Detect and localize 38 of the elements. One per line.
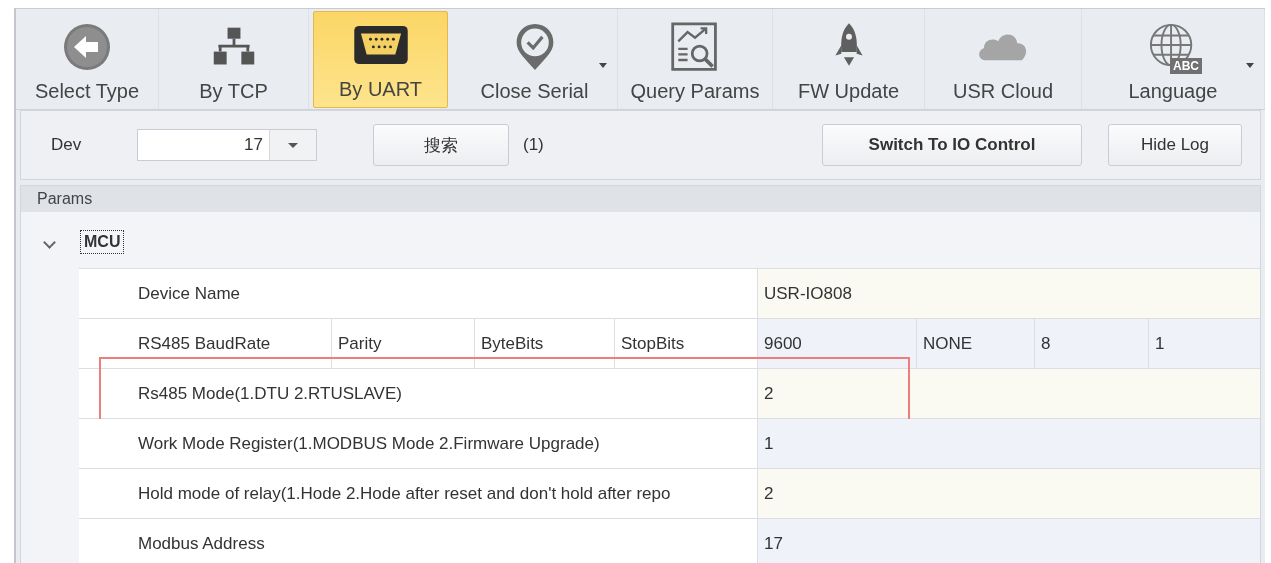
toolbar-button[interactable]: Close Serial bbox=[452, 9, 618, 109]
result-count: (1) bbox=[523, 135, 544, 155]
device-combo[interactable]: 17 bbox=[137, 129, 317, 161]
table-cell-text: 17 bbox=[763, 532, 783, 555]
panel-header: Params bbox=[21, 186, 1260, 212]
table-cell-text: Hold mode of relay(1.Hode 2.Hode after reset and don't hold after repo bbox=[137, 482, 671, 505]
table-cell-text: Device Name bbox=[137, 282, 241, 305]
toolbar-button[interactable]: By TCP bbox=[159, 9, 309, 109]
table-cell-text: USR-IO808 bbox=[763, 282, 852, 305]
toolbar-button[interactable]: Select Type bbox=[16, 9, 159, 109]
table-cell: 1 bbox=[1148, 319, 1260, 368]
table-cell: Parity bbox=[331, 319, 474, 368]
table-cell-text: Modbus Address bbox=[137, 532, 265, 555]
table-cell-text: 2 bbox=[763, 382, 774, 405]
caret-icon[interactable] bbox=[288, 142, 298, 148]
dropdown-caret-icon[interactable] bbox=[1246, 63, 1254, 68]
table-cell-text: 9600 bbox=[763, 332, 803, 355]
dev-label: Dev bbox=[51, 135, 83, 155]
table-cell-text: Rs485 Mode(1.DTU 2.RTUSLAVE) bbox=[137, 382, 402, 405]
table-cell: ByteBits bbox=[474, 319, 614, 368]
table-cell: StopBits bbox=[614, 319, 757, 368]
toolbar-button[interactable]: FW Update bbox=[773, 9, 925, 109]
group-label[interactable]: MCU bbox=[80, 230, 125, 254]
table-cell: NONE bbox=[916, 319, 1034, 368]
toolbar-button[interactable]: ABC Language bbox=[1082, 9, 1265, 109]
table-cell-text: RS485 BaudRate bbox=[137, 332, 272, 355]
dropdown-caret-icon[interactable] bbox=[599, 63, 607, 68]
switch-button[interactable]: Switch To IO Control bbox=[822, 124, 1082, 166]
table-cell: 8 bbox=[1034, 319, 1148, 368]
toolbar-button[interactable]: USR Cloud bbox=[925, 9, 1082, 109]
toolbar-button[interactable]: Query Params bbox=[618, 9, 773, 109]
table-cell-text: 2 bbox=[763, 482, 774, 505]
toolbar-button[interactable]: By UART bbox=[313, 11, 448, 108]
table-cell-text: Work Mode Register(1.MODBUS Mode 2.Firmware Upgrade) bbox=[137, 432, 600, 455]
icon-badge: ABC bbox=[1170, 58, 1202, 74]
hide-log-button[interactable]: Hide Log bbox=[1108, 124, 1242, 166]
search-button[interactable]: 搜索 bbox=[373, 124, 509, 166]
table-cell-text: 1 bbox=[763, 432, 774, 455]
